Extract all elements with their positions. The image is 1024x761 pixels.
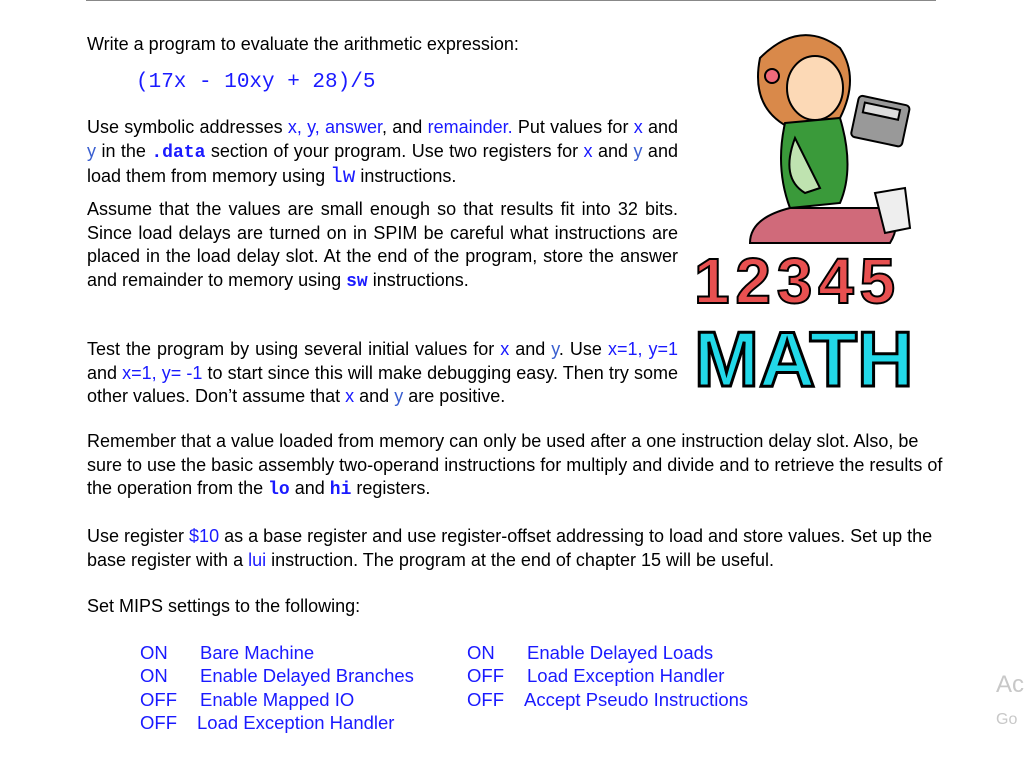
paragraph-base-register: Use register $10 as a base register and … (87, 526, 933, 570)
settings-left-column: ON Bare Machine ON Enable Delayed Branches… (140, 641, 414, 734)
setting-row: OFF Enable Mapped IO (140, 688, 355, 710)
setting-row: ON Enable Delayed Loads (467, 642, 714, 663)
setting-row: OFF Load Exception Handler (140, 711, 395, 733)
settings-right-column: ON Enable Delayed Loads OFF Load Exception… (467, 641, 748, 711)
math-girl-clipart: 1 2 3 4 5 MATH (693, 34, 915, 398)
setting-row: OFF Accept Pseudo Instructions (467, 688, 749, 710)
paragraph-assumptions: Assume that the values are small enough … (87, 199, 678, 292)
girl-illustration (748, 34, 912, 244)
paragraph-delay-slot: Remember that a value loaded from memory… (87, 431, 943, 500)
settings-intro: Set MIPS settings to the following: (87, 596, 361, 616)
setting-row: ON Enable Delayed Branches (140, 665, 414, 687)
paragraph-testing: Test the program by using several initia… (87, 339, 678, 406)
expression: (17x - 10xy + 28)/5 (136, 71, 376, 94)
watermark-line2: Go (996, 711, 1018, 728)
paragraph-symbolic-addresses: Use symbolic addresses x, y, answer, and… (87, 117, 678, 189)
setting-row: ON Bare Machine (140, 642, 315, 663)
top-rule (86, 0, 936, 1)
setting-row: OFF Load Exception Handler (467, 665, 725, 687)
numbers-lettering: 1 2 3 4 5 (694, 245, 894, 317)
math-lettering: MATH (694, 315, 914, 398)
watermark-line1: Ac (996, 671, 1024, 698)
